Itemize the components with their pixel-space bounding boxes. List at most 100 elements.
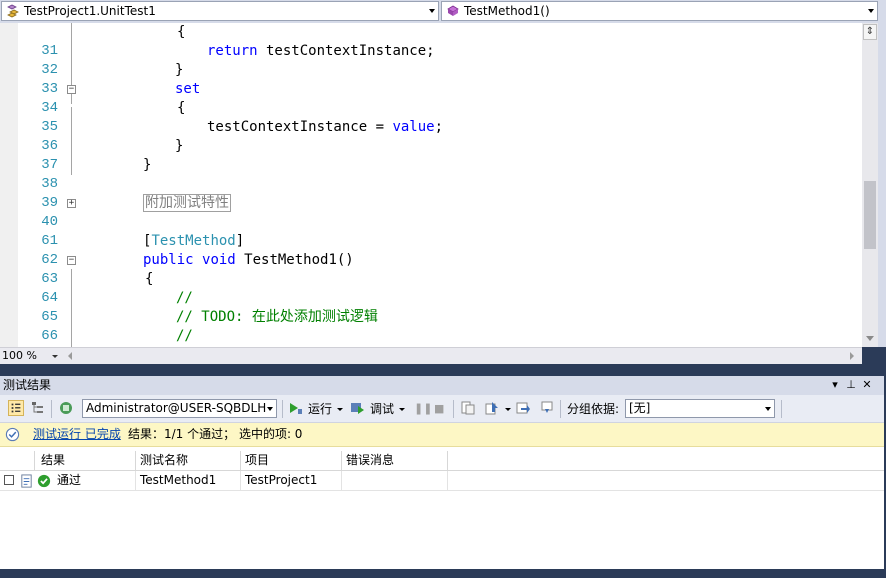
column-header-test-name[interactable]: 测试名称 bbox=[136, 451, 241, 470]
keyword: value bbox=[392, 119, 435, 135]
column-header-error-message[interactable]: 错误消息 bbox=[342, 451, 448, 470]
comment: // bbox=[176, 328, 193, 344]
code-text: } bbox=[175, 138, 184, 154]
zoom-dropdown[interactable]: 100 % bbox=[2, 349, 60, 363]
export-results-icon[interactable] bbox=[515, 400, 531, 416]
member-selector-dropdown[interactable]: TestMethod1() bbox=[441, 1, 878, 21]
chevron-down-icon bbox=[765, 407, 771, 411]
chevron-down-icon bbox=[868, 9, 874, 13]
code-line: 62 [TestMethod] bbox=[0, 232, 862, 268]
scroll-left-icon[interactable] bbox=[68, 352, 72, 360]
group-by-dropdown[interactable]: [无] bbox=[625, 399, 775, 418]
column-header-result[interactable]: 结果 bbox=[35, 451, 136, 470]
scrollbar-thumb[interactable] bbox=[864, 181, 876, 249]
chevron-down-icon bbox=[267, 407, 273, 411]
type-name: TestMethod bbox=[151, 233, 236, 249]
comment: // bbox=[176, 290, 193, 306]
window-position-icon[interactable]: ▾ bbox=[829, 379, 841, 391]
class-selector-label: TestProject1.UnitTest1 bbox=[24, 4, 156, 18]
publish-results-icon[interactable] bbox=[484, 400, 500, 416]
code-line: 65 // bbox=[0, 289, 862, 325]
code-text: } bbox=[175, 62, 184, 78]
test-run-status-bar: 测试运行 已完成 结果：1/1 个通过； 选中的项: 0 bbox=[0, 423, 884, 447]
test-results-titlebar: 测试结果 ▾ ⊥ ✕ bbox=[0, 376, 884, 395]
keyword: void bbox=[202, 252, 236, 268]
pause-icon[interactable]: ❚❚ bbox=[414, 399, 432, 419]
test-run-link[interactable]: 测试运行 已完成 bbox=[33, 423, 121, 446]
run-config-icon[interactable] bbox=[58, 400, 74, 416]
code-text: { bbox=[177, 100, 186, 116]
keyword: public bbox=[143, 252, 194, 268]
scroll-down-icon[interactable] bbox=[866, 336, 874, 341]
code-fragment: TestMethod1() bbox=[235, 252, 354, 268]
hierarchy-view-icon[interactable] bbox=[30, 400, 46, 416]
user-run-selector[interactable]: Administrator@USER-SQBDLH bbox=[82, 399, 277, 418]
close-icon[interactable]: ✕ bbox=[861, 379, 873, 391]
code-text: public void TestMethod1() bbox=[143, 251, 354, 270]
column-header-project[interactable]: 项目 bbox=[241, 451, 342, 470]
chevron-down-icon[interactable] bbox=[505, 408, 511, 411]
list-view-icon[interactable] bbox=[8, 400, 24, 416]
code-editor[interactable]: 31 { 32 return testContextInstance; 33 }… bbox=[0, 23, 862, 347]
code-fragment: testContextInstance; bbox=[257, 43, 435, 59]
code-line: 66 // TODO: 在此处添加测试逻辑 bbox=[0, 308, 862, 344]
test-name-value: TestMethod1 bbox=[140, 473, 217, 487]
group-by-label: 分组依据: bbox=[567, 402, 620, 416]
collapsed-region[interactable]: 附加测试特性 bbox=[143, 194, 231, 212]
import-results-icon[interactable] bbox=[460, 400, 476, 416]
scroll-right-icon[interactable] bbox=[850, 352, 854, 360]
code-line: 37 } bbox=[0, 137, 862, 173]
debug-button[interactable]: 调试 bbox=[370, 399, 394, 419]
code-line: 34 − set bbox=[0, 80, 862, 116]
rerun-icon[interactable] bbox=[539, 400, 555, 416]
code-line: 35 { bbox=[0, 99, 862, 135]
pass-icon bbox=[37, 474, 51, 488]
code-line: 40 + 附加测试特性 bbox=[0, 194, 862, 230]
pin-icon[interactable]: ⊥ bbox=[845, 379, 857, 391]
grid-header: 结果 测试名称 项目 错误消息 bbox=[0, 451, 884, 471]
chevron-down-icon bbox=[52, 355, 58, 358]
code-line: 61 bbox=[0, 213, 862, 249]
test-name-cell: TestMethod1 bbox=[136, 471, 241, 490]
panel-splitter[interactable] bbox=[0, 364, 886, 376]
row-checkbox[interactable] bbox=[4, 475, 14, 485]
column-header-label: 测试名称 bbox=[140, 453, 189, 467]
toolbar-separator bbox=[560, 400, 561, 418]
member-selector-label: TestMethod1() bbox=[464, 4, 550, 18]
collapse-icon[interactable]: − bbox=[67, 256, 76, 265]
window-frame bbox=[0, 569, 886, 578]
column-header-label: 结果 bbox=[41, 453, 66, 467]
stop-icon[interactable]: ■ bbox=[434, 399, 444, 419]
code-line: 63 − public void TestMethod1() bbox=[0, 251, 862, 287]
test-document-icon bbox=[21, 474, 32, 488]
code-text: { bbox=[177, 24, 186, 40]
results-grid: 结果 测试名称 项目 错误消息 通过 TestMethod1 TestProje… bbox=[0, 447, 884, 569]
class-selector-dropdown[interactable]: TestProject1.UnitTest1 bbox=[1, 1, 439, 21]
error-message-cell bbox=[342, 471, 448, 490]
code-line: 33 } bbox=[0, 61, 862, 97]
project-cell: TestProject1 bbox=[241, 471, 342, 490]
code-text: return testContextInstance; bbox=[207, 42, 435, 61]
table-row[interactable]: 通过 TestMethod1 TestProject1 bbox=[0, 471, 884, 491]
test-results-toolbar: Administrator@USER-SQBDLH 运行 调试 ❚❚ ■ 分组依… bbox=[0, 395, 884, 423]
select-column-header[interactable] bbox=[0, 451, 35, 470]
run-summary: 结果：1/1 个通过； 选中的项: 0 bbox=[128, 427, 303, 441]
code-line: 36 testContextInstance = value; bbox=[0, 118, 862, 154]
chevron-down-icon bbox=[429, 9, 435, 13]
chevron-down-icon[interactable] bbox=[399, 408, 405, 411]
vertical-scrollbar[interactable]: ⇕ bbox=[862, 23, 878, 347]
code-line: 39 bbox=[0, 175, 862, 211]
toolbar-separator bbox=[282, 400, 283, 418]
code-text: [TestMethod] bbox=[143, 232, 244, 251]
chevron-down-icon[interactable] bbox=[337, 408, 343, 411]
code-fragment: testContextInstance = bbox=[207, 119, 393, 135]
split-window-icon[interactable]: ⇕ bbox=[863, 24, 877, 40]
keyword: set bbox=[175, 81, 201, 97]
expand-icon[interactable]: + bbox=[67, 199, 76, 208]
run-tests-icon[interactable] bbox=[287, 400, 303, 416]
debug-tests-icon[interactable] bbox=[349, 400, 365, 416]
group-by-value: [无] bbox=[629, 401, 651, 415]
code-fragment: ] bbox=[235, 233, 245, 249]
collapse-icon[interactable]: − bbox=[67, 85, 76, 94]
run-button[interactable]: 运行 bbox=[308, 399, 332, 419]
